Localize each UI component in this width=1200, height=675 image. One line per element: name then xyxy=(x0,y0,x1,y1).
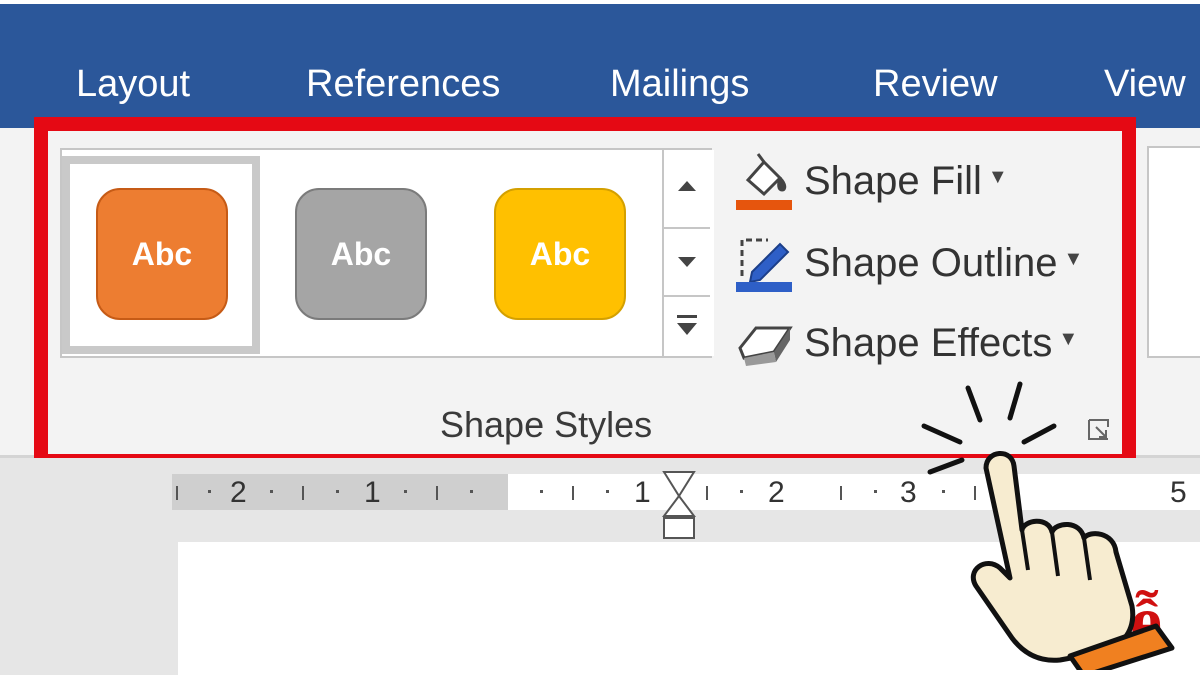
ruler-tick xyxy=(336,490,339,493)
ruler-tick xyxy=(302,486,304,500)
tab-layout[interactable]: Layout xyxy=(76,62,190,106)
ruler-tick xyxy=(572,486,574,500)
ruler-tick xyxy=(874,490,877,493)
ruler-number: 2 xyxy=(768,476,785,509)
ruler-number: 1 xyxy=(634,476,651,509)
ruler-tick xyxy=(436,486,438,500)
ruler-tick xyxy=(606,490,609,493)
tab-view[interactable]: View xyxy=(1104,62,1186,106)
ruler-tick xyxy=(840,486,842,500)
ruler-margin xyxy=(172,474,508,510)
ruler-tick xyxy=(470,490,473,493)
pointing-hand-icon xyxy=(921,381,1175,670)
title-bar-top-edge xyxy=(0,0,1200,4)
ruler-number: 3 xyxy=(900,476,917,509)
ruler-number: 1 xyxy=(364,476,381,509)
ruler-tick xyxy=(208,490,211,493)
ruler-tick xyxy=(176,486,178,500)
tab-references[interactable]: References xyxy=(306,62,500,106)
tab-mailings[interactable]: Mailings xyxy=(610,62,749,106)
tab-review[interactable]: Review xyxy=(873,62,998,106)
ruler-number: 2 xyxy=(230,476,247,509)
ruler-tick xyxy=(270,490,273,493)
ruler-tick xyxy=(540,490,543,493)
indent-marker-handle[interactable] xyxy=(662,470,696,542)
ruler-tick xyxy=(404,490,407,493)
ruler-tick xyxy=(706,486,708,500)
next-gallery-panel xyxy=(1147,146,1200,358)
ruler-tick xyxy=(740,490,743,493)
